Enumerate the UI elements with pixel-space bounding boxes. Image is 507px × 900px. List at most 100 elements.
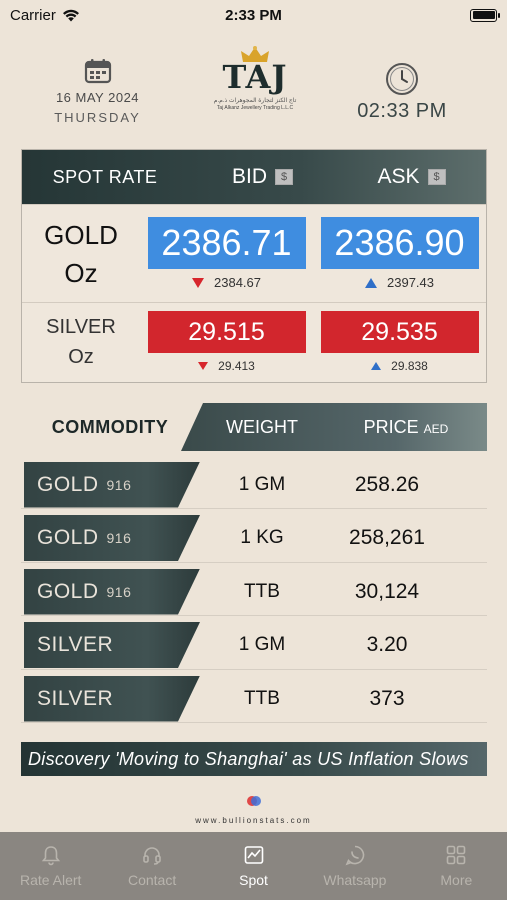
ask-price: 2386.90: [320, 217, 479, 269]
table-row: SILVER 1 GM 3.20: [21, 622, 487, 670]
metal-name-line2: Oz: [68, 346, 94, 368]
taj-logo: TAJ تاج الكنز لتجارة المجوهرات ذ.م.م Taj…: [205, 46, 305, 111]
wifi-icon: [62, 9, 79, 21]
commodity-name: SILVER: [21, 676, 199, 722]
bid-price: 29.515: [147, 311, 306, 353]
commodity-column-header: COMMODITY: [51, 416, 169, 437]
whatsapp-icon: [345, 845, 365, 866]
tab-label: Spot: [239, 872, 268, 888]
date-block: 16 MAY 2024 THURSDAY: [40, 58, 155, 125]
commodity-purity: 916: [106, 530, 132, 546]
ask-cell: 2386.90 2397.43: [313, 205, 486, 302]
current-time: 02:33 PM: [357, 100, 447, 122]
bullionstats-logo-icon: [246, 796, 261, 806]
commodity-price: 3.20: [366, 633, 408, 656]
commodity-name: GOLD 916: [21, 515, 199, 561]
commodity-name: GOLD 916: [21, 462, 199, 508]
commodity-price: 258,261: [349, 526, 425, 549]
ask-price: 29.535: [320, 311, 479, 353]
current-date: 16 MAY 2024: [55, 90, 140, 105]
commodity-name: GOLD 916: [21, 569, 199, 615]
battery-icon: [470, 8, 500, 22]
tab-label: Whatsapp: [323, 872, 387, 888]
bid-low: 2384.67: [214, 275, 261, 290]
metal-name: GOLD Oz: [22, 205, 140, 302]
status-bar: Carrier 2:33 PM: [0, 0, 507, 30]
commodity-rows: GOLD 916 1 GM 258.26 GOLD 916 1 KG 258,2…: [21, 461, 487, 723]
commodity-table: COMMODITY WEIGHT PRICE AED GOLD 916 1 GM…: [21, 403, 487, 729]
logo-subtitle-arabic: تاج الكنز لتجارة المجوهرات ذ.م.م: [213, 98, 297, 104]
grid-icon: [447, 845, 466, 865]
commodity-metal: GOLD: [37, 579, 99, 603]
tab-label: More: [440, 872, 473, 888]
commodity-weight: TTB: [244, 687, 280, 709]
ask-label: ASK: [377, 165, 420, 188]
bid-cell: 29.515 29.413: [140, 303, 313, 381]
price-label: PRICE: [363, 416, 419, 437]
commodity-weight: 1 GM: [238, 634, 286, 655]
ask-column-header: ASK $: [337, 165, 486, 189]
bullionstats-url: www.bullionstats.com: [195, 816, 312, 825]
commodity-header: COMMODITY WEIGHT PRICE AED: [21, 403, 487, 451]
table-row: GOLD 916 1 KG 258,261: [21, 515, 487, 563]
commodity-metal: GOLD: [37, 472, 99, 496]
commodity-metal: GOLD: [37, 526, 99, 549]
logo-text: TAJ: [222, 58, 288, 96]
currency-label: AED: [423, 421, 449, 436]
table-row: SILVER TTB 373: [21, 675, 487, 723]
status-left: Carrier: [10, 7, 80, 24]
tab-bar: Rate Alert Contact Spot Whatsapp More: [0, 832, 507, 900]
current-day: THURSDAY: [54, 110, 141, 125]
spot-row-gold: GOLD Oz 2386.71 2384.67 2386.90 2397.43: [22, 204, 486, 302]
metal-name-line2: Oz: [64, 257, 98, 288]
tab-rate-alert[interactable]: Rate Alert: [0, 832, 101, 900]
commodity-purity: 916: [106, 583, 132, 600]
table-row: GOLD 916 1 GM 258.26: [21, 461, 487, 509]
commodity-metal: SILVER: [37, 686, 114, 710]
bid-label: BID: [231, 165, 267, 188]
dollar-icon: $: [275, 169, 293, 185]
time-block: 02:33 PM: [347, 62, 457, 123]
down-arrow-icon: [198, 362, 209, 370]
tab-spot[interactable]: Spot: [203, 832, 304, 900]
calendar-icon: [84, 59, 111, 84]
bid-price: 2386.71: [147, 217, 306, 269]
carrier-label: Carrier: [10, 6, 56, 24]
tab-label: Rate Alert: [19, 872, 82, 888]
commodity-metal: SILVER: [37, 633, 114, 656]
bid-cell: 2386.71 2384.67: [140, 205, 313, 302]
spot-rate-header: SPOT RATE BID $ ASK $: [22, 150, 486, 204]
commodity-weight: 1 KG: [240, 527, 284, 548]
clock-icon: [386, 63, 418, 95]
bid-column-header: BID $: [188, 165, 337, 189]
commodity-name: SILVER: [21, 622, 199, 668]
commodity-price: 258.26: [354, 472, 420, 496]
header: 16 MAY 2024 THURSDAY TAJ تاج الكنز لتجار…: [0, 40, 507, 140]
logo-subtitle-english: Taj Alkanz Jewellery Trading L.L.C: [216, 105, 294, 111]
bullionstats-branding[interactable]: www.bullionstats.com: [0, 795, 507, 828]
weight-column-header: WEIGHT: [226, 416, 298, 437]
tab-more[interactable]: More: [406, 832, 507, 900]
tab-contact[interactable]: Contact: [101, 832, 202, 900]
bell-icon: [41, 846, 60, 866]
news-ticker[interactable]: Discovery 'Moving to Shanghai' as US Inf…: [21, 742, 487, 776]
commodity-weight: TTB: [244, 580, 280, 602]
price-column-header: PRICE AED: [325, 417, 487, 438]
commodity-purity: 916: [106, 476, 132, 493]
up-arrow-icon: [365, 277, 377, 288]
metal-name: SILVER Oz: [22, 303, 140, 381]
commodity-price: 30,124: [354, 579, 420, 603]
tab-label: Contact: [127, 872, 177, 888]
bid-low: 29.413: [218, 359, 255, 373]
up-arrow-icon: [371, 362, 382, 370]
tab-whatsapp[interactable]: Whatsapp: [304, 832, 405, 900]
ask-cell: 29.535 29.838: [313, 303, 486, 381]
spot-rate-table: SPOT RATE BID $ ASK $ GOLD Oz 2386.71 23…: [21, 149, 487, 383]
commodity-price: 373: [369, 686, 405, 710]
ask-high: 29.838: [391, 359, 428, 373]
dollar-icon: $: [427, 169, 446, 185]
ticker-text: Discovery 'Moving to Shanghai' as US Inf…: [28, 748, 469, 769]
commodity-weight: 1 GM: [238, 473, 286, 495]
metal-name-line1: SILVER: [46, 316, 116, 338]
table-row: GOLD 916 TTB 30,124: [21, 568, 487, 616]
